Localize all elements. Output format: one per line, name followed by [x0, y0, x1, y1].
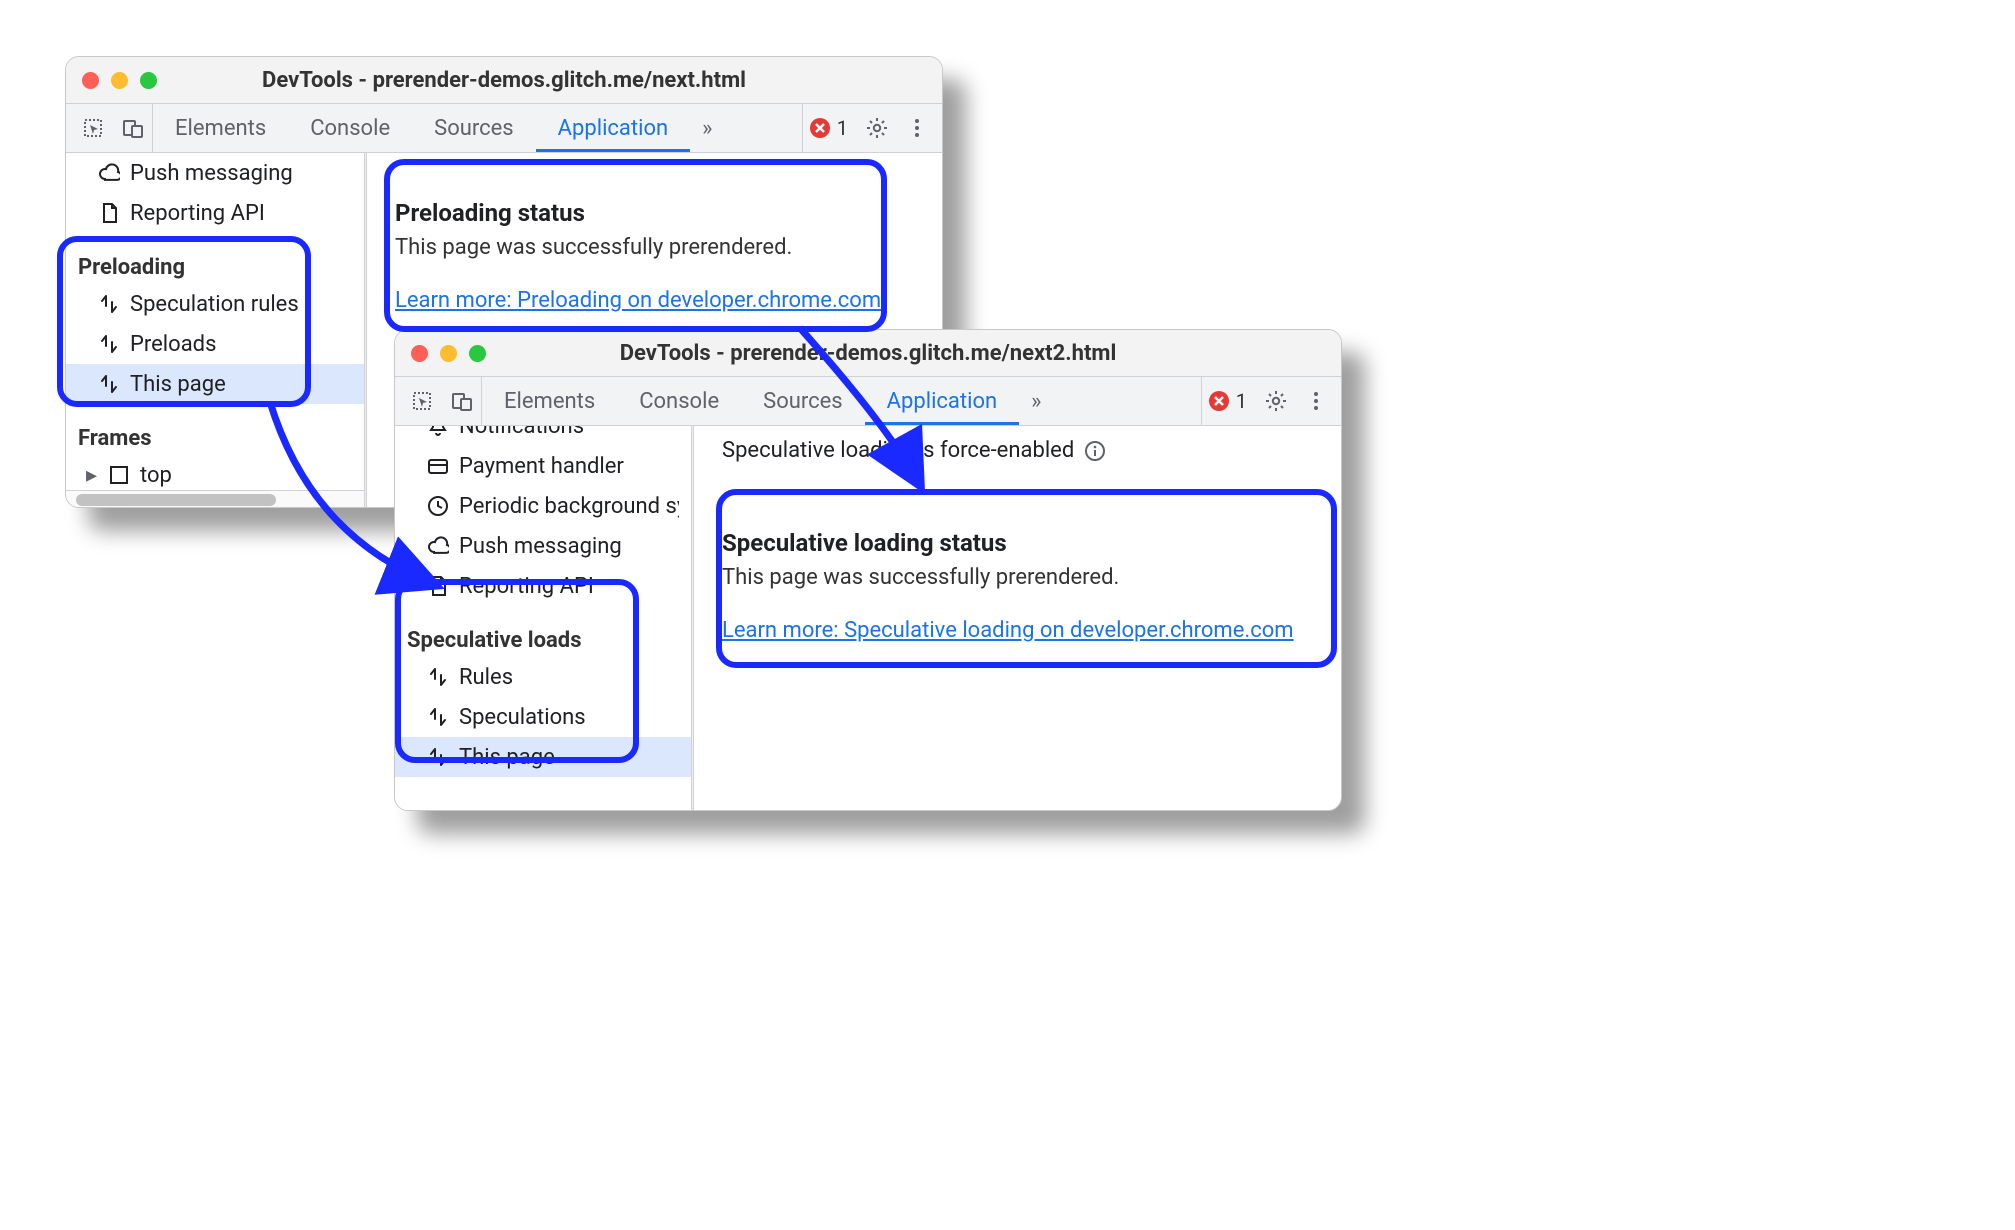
traffic-lights[interactable] — [411, 345, 486, 362]
sidebar-item-label: Preloads — [130, 332, 216, 357]
document-icon — [427, 575, 449, 597]
tab-console[interactable]: Console — [617, 377, 741, 425]
tab-application[interactable]: Application — [536, 104, 690, 152]
error-icon — [1208, 390, 1230, 412]
close-dot-icon[interactable] — [411, 345, 428, 362]
arrows-up-down-icon — [427, 746, 449, 768]
sidebar-item-speculations[interactable]: Speculations — [395, 697, 693, 737]
zoom-dot-icon[interactable] — [140, 72, 157, 89]
sidebar-item-reporting-api[interactable]: Reporting API — [66, 193, 366, 233]
sidebar-item-push-messaging[interactable]: Push messaging — [66, 153, 366, 193]
tab-console[interactable]: Console — [288, 104, 412, 152]
device-toggle-icon[interactable] — [451, 390, 473, 412]
zoom-dot-icon[interactable] — [469, 345, 486, 362]
tabs-bar: Elements Console Sources Application » 1 — [66, 104, 942, 153]
error-icon — [809, 117, 831, 139]
info-icon[interactable] — [1084, 440, 1106, 462]
sidebar-item-this-page[interactable]: This page — [66, 364, 366, 404]
kebab-icon[interactable] — [906, 117, 928, 139]
titlebar[interactable]: DevTools - prerender-demos.glitch.me/nex… — [395, 330, 1341, 377]
window-title: DevTools - prerender-demos.glitch.me/nex… — [66, 68, 942, 93]
sidebar-item-label: Speculations — [459, 705, 586, 730]
sidebar-item-label: This page — [459, 745, 555, 770]
top-note-text: Speculative loading is force-enabled — [722, 438, 1074, 463]
panel-heading: Preloading status — [395, 199, 914, 227]
tab-sources[interactable]: Sources — [741, 377, 865, 425]
sidebar[interactable]: Notifications Payment handler Periodic b… — [395, 426, 694, 811]
tab-sources[interactable]: Sources — [412, 104, 536, 152]
minimize-dot-icon[interactable] — [440, 345, 457, 362]
device-toggle-icon[interactable] — [122, 117, 144, 139]
sidebar-item-label: Reporting API — [130, 201, 265, 226]
sidebar-item-label: Push messaging — [130, 161, 293, 186]
sidebar-item-label: top — [140, 463, 172, 488]
panel-heading: Speculative loading status — [722, 529, 1313, 557]
panel-body: This page was successfully prerendered. — [395, 235, 914, 260]
sidebar-item-label: Reporting API — [459, 574, 594, 599]
sidebar-item-top[interactable]: ▸ top — [66, 455, 366, 495]
credit-card-icon — [427, 455, 449, 477]
sidebar-item-rules[interactable]: Rules — [395, 657, 693, 697]
tab-elements[interactable]: Elements — [482, 377, 617, 425]
settings-icon[interactable] — [1265, 390, 1287, 412]
sidebar-item-label: This page — [130, 372, 226, 397]
arrows-up-down-icon — [98, 333, 120, 355]
error-count: 1 — [1236, 389, 1247, 413]
learn-more-link[interactable]: Learn more: Speculative loading on devel… — [722, 618, 1294, 643]
sidebar-item-speculation-rules[interactable]: Speculation rules — [66, 284, 366, 324]
traffic-lights[interactable] — [82, 72, 157, 89]
horizontal-scrollbar[interactable] — [66, 490, 366, 508]
arrows-up-down-icon — [98, 293, 120, 315]
frame-icon — [108, 464, 130, 486]
kebab-icon[interactable] — [1305, 390, 1327, 412]
document-icon — [98, 202, 120, 224]
sidebar-item-label: Periodic background sy — [459, 494, 679, 519]
disclosure-triangle-icon[interactable]: ▸ — [86, 463, 98, 488]
sidebar-item-push-messaging[interactable]: Push messaging — [395, 526, 693, 566]
more-tabs-icon[interactable]: » — [1019, 389, 1053, 414]
tab-elements[interactable]: Elements — [153, 104, 288, 152]
panel-body: This page was successfully prerendered. — [722, 565, 1313, 590]
sidebar-item-label: Notifications — [459, 426, 584, 439]
sidebar-section-speculative-loads: Speculative loads — [395, 620, 693, 657]
minimize-dot-icon[interactable] — [111, 72, 128, 89]
error-counter[interactable]: 1 — [809, 116, 848, 140]
sidebar-item-payment-handler[interactable]: Payment handler — [395, 446, 693, 486]
sidebar-section-preloading: Preloading — [66, 247, 366, 284]
settings-icon[interactable] — [866, 117, 888, 139]
error-count: 1 — [837, 116, 848, 140]
sidebar-item-periodic-bg-sync[interactable]: Periodic background sy — [395, 486, 693, 526]
sidebar-item-notifications[interactable]: Notifications — [395, 426, 693, 446]
inspect-icon[interactable] — [411, 390, 433, 412]
clock-icon — [427, 495, 449, 517]
sidebar-item-label: Speculation rules — [130, 292, 299, 317]
window-title: DevTools - prerender-demos.glitch.me/nex… — [395, 341, 1341, 366]
arrows-up-down-icon — [98, 373, 120, 395]
sidebar-item-preloads[interactable]: Preloads — [66, 324, 366, 364]
scrollbar-thumb[interactable] — [76, 494, 276, 506]
sidebar-section-frames: Frames — [66, 418, 366, 455]
force-enable-note: Speculative loading is force-enabled — [722, 438, 1313, 463]
sidebar-item-label: Push messaging — [459, 534, 622, 559]
main-panel: Speculative loading is force-enabled Spe… — [694, 426, 1341, 811]
sidebar-item-label: Payment handler — [459, 454, 624, 479]
arrows-up-down-icon — [427, 706, 449, 728]
cloud-icon — [98, 162, 120, 184]
arrows-up-down-icon — [427, 666, 449, 688]
tabs-bar: Elements Console Sources Application » 1 — [395, 377, 1341, 426]
sidebar-item-label: Rules — [459, 665, 513, 690]
inspect-icon[interactable] — [82, 117, 104, 139]
sidebar[interactable]: Push messaging Reporting API Preloading … — [66, 153, 367, 508]
sidebar-item-this-page[interactable]: This page — [395, 737, 693, 777]
more-tabs-icon[interactable]: » — [690, 116, 724, 141]
sidebar-item-reporting-api[interactable]: Reporting API — [395, 566, 693, 606]
cloud-icon — [427, 535, 449, 557]
titlebar[interactable]: DevTools - prerender-demos.glitch.me/nex… — [66, 57, 942, 104]
close-dot-icon[interactable] — [82, 72, 99, 89]
bell-icon — [427, 426, 449, 437]
learn-more-link[interactable]: Learn more: Preloading on developer.chro… — [395, 288, 881, 313]
devtools-window-2: DevTools - prerender-demos.glitch.me/nex… — [394, 329, 1342, 811]
tab-application[interactable]: Application — [865, 377, 1019, 425]
error-counter[interactable]: 1 — [1208, 389, 1247, 413]
